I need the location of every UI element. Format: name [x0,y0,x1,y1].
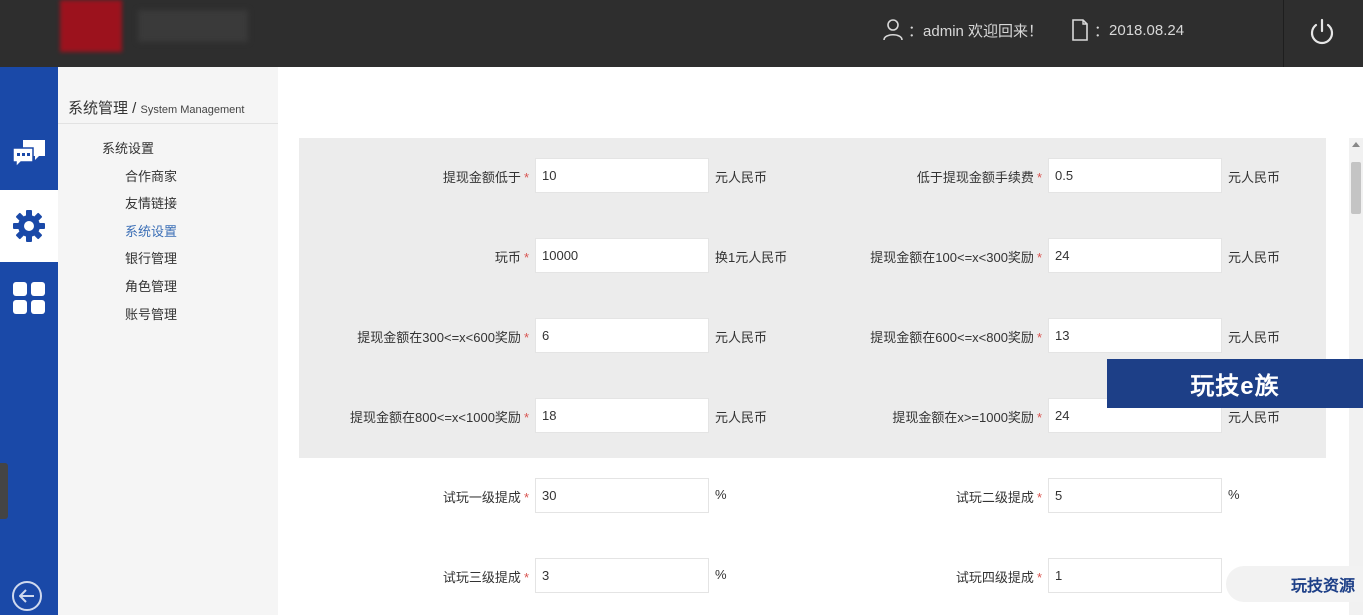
unit-trial-level-2: % [1228,487,1240,502]
subnav-item-system-settings[interactable]: 系统设置 [125,221,177,240]
side-drag-handle[interactable] [0,463,8,519]
section-divider [58,123,278,124]
label-fee: 低于提现金额手续费 * [916,170,1042,185]
sub-navigation: 系统管理 / System Management 系统设置 合作商家 友情链接 … [58,67,278,615]
reward-600-800-input[interactable] [1048,318,1222,353]
subnav-group-label[interactable]: 系统设置 [102,138,154,157]
reward-100-300-input[interactable] [1048,238,1222,273]
document-icon [1072,19,1088,41]
chat-bubbles-icon [12,140,45,169]
unit-reward-600-800: 元人民币 [1228,330,1281,345]
coin-rate-input[interactable] [535,238,709,273]
label-trial-level-4: 试玩四级提成 * [955,570,1042,585]
unit-min-withdraw: 元人民币 [715,170,768,185]
trial-level-1-input[interactable] [535,478,709,513]
label-trial-level-2: 试玩二级提成 * [955,490,1042,505]
date-display: ： 2018.08.24 [1070,18,1184,42]
label-reward-600-800: 提现金额在600<=x<800奖励 * [870,330,1042,345]
subnav-item-banks[interactable]: 银行管理 [125,248,177,267]
trial-level-4-input[interactable] [1048,558,1222,593]
unit-reward-100-300: 元人民币 [1228,250,1281,265]
trial-level-2-input[interactable] [1048,478,1222,513]
logo [60,0,122,52]
scroll-thumb[interactable] [1351,162,1361,214]
label-trial-level-1: 试玩一级提成 * [442,490,529,505]
section-title-en: System Management [140,104,245,116]
user-greeting: ： admin 欢迎回来！ [882,18,1043,42]
label-coin-rate: 玩币 * [494,250,529,265]
user-icon [883,19,903,41]
leftbar-item-messages[interactable] [0,118,58,190]
subnav-item-roles[interactable]: 角色管理 [125,276,177,295]
arrow-left-icon [19,589,34,603]
grid-icon [13,282,45,314]
section-title-separator: / [128,100,141,117]
watermark-corner: 玩技资源 [1226,566,1363,602]
unit-trial-level-3: % [715,567,727,582]
unit-fee: 元人民币 [1228,170,1281,185]
date-prefix: ： [1094,22,1110,40]
topbar-divider [1283,0,1284,67]
left-icon-bar [0,67,58,615]
label-reward-800-1000: 提现金额在800<=x<1000奖励 * [350,410,529,425]
unit-trial-level-1: % [715,487,727,502]
section-title-cn: 系统管理 [68,100,129,117]
subnav-item-partners[interactable]: 合作商家 [125,166,177,185]
collapse-button[interactable] [12,581,42,611]
leftbar-item-settings[interactable] [0,190,58,262]
user-prefix: ： [908,22,924,40]
user-text: admin 欢迎回来！ [923,22,1044,40]
fee-input[interactable] [1048,158,1222,193]
label-trial-level-3: 试玩三级提成 * [442,570,529,585]
reward-300-600-input[interactable] [535,318,709,353]
subnav-item-links[interactable]: 友情链接 [125,193,177,212]
min-withdraw-input[interactable] [535,158,709,193]
label-reward-1000-plus: 提现金额在x>=1000奖励 * [892,410,1042,425]
current-date: 2018.08.24 [1109,21,1185,39]
gear-icon [13,210,45,242]
label-reward-300-600: 提现金额在300<=x<600奖励 * [357,330,529,345]
label-reward-100-300: 提现金额在100<=x<300奖励 * [870,250,1042,265]
scroll-up-icon[interactable] [1352,142,1360,147]
label-min-withdraw: 提现金额低于 * [442,170,529,185]
unit-reward-1000-plus: 元人民币 [1228,410,1281,425]
unit-coin-rate: 换1元人民币 [715,250,788,265]
unit-reward-300-600: 元人民币 [715,330,768,345]
subnav-item-accounts[interactable]: 账号管理 [125,304,177,323]
top-bar: ： admin 欢迎回来！ ： 2018.08.24 [0,0,1363,67]
logo-text-blurred [138,10,248,42]
leftbar-item-apps[interactable] [0,262,58,334]
reward-800-1000-input[interactable] [535,398,709,433]
section-title: 系统管理 / System Management [68,97,244,118]
power-icon [1310,18,1334,45]
logout-button[interactable] [1300,12,1344,52]
watermark-banner: 玩技e族 [1107,359,1363,408]
trial-level-3-input[interactable] [535,558,709,593]
unit-reward-800-1000: 元人民币 [715,410,768,425]
